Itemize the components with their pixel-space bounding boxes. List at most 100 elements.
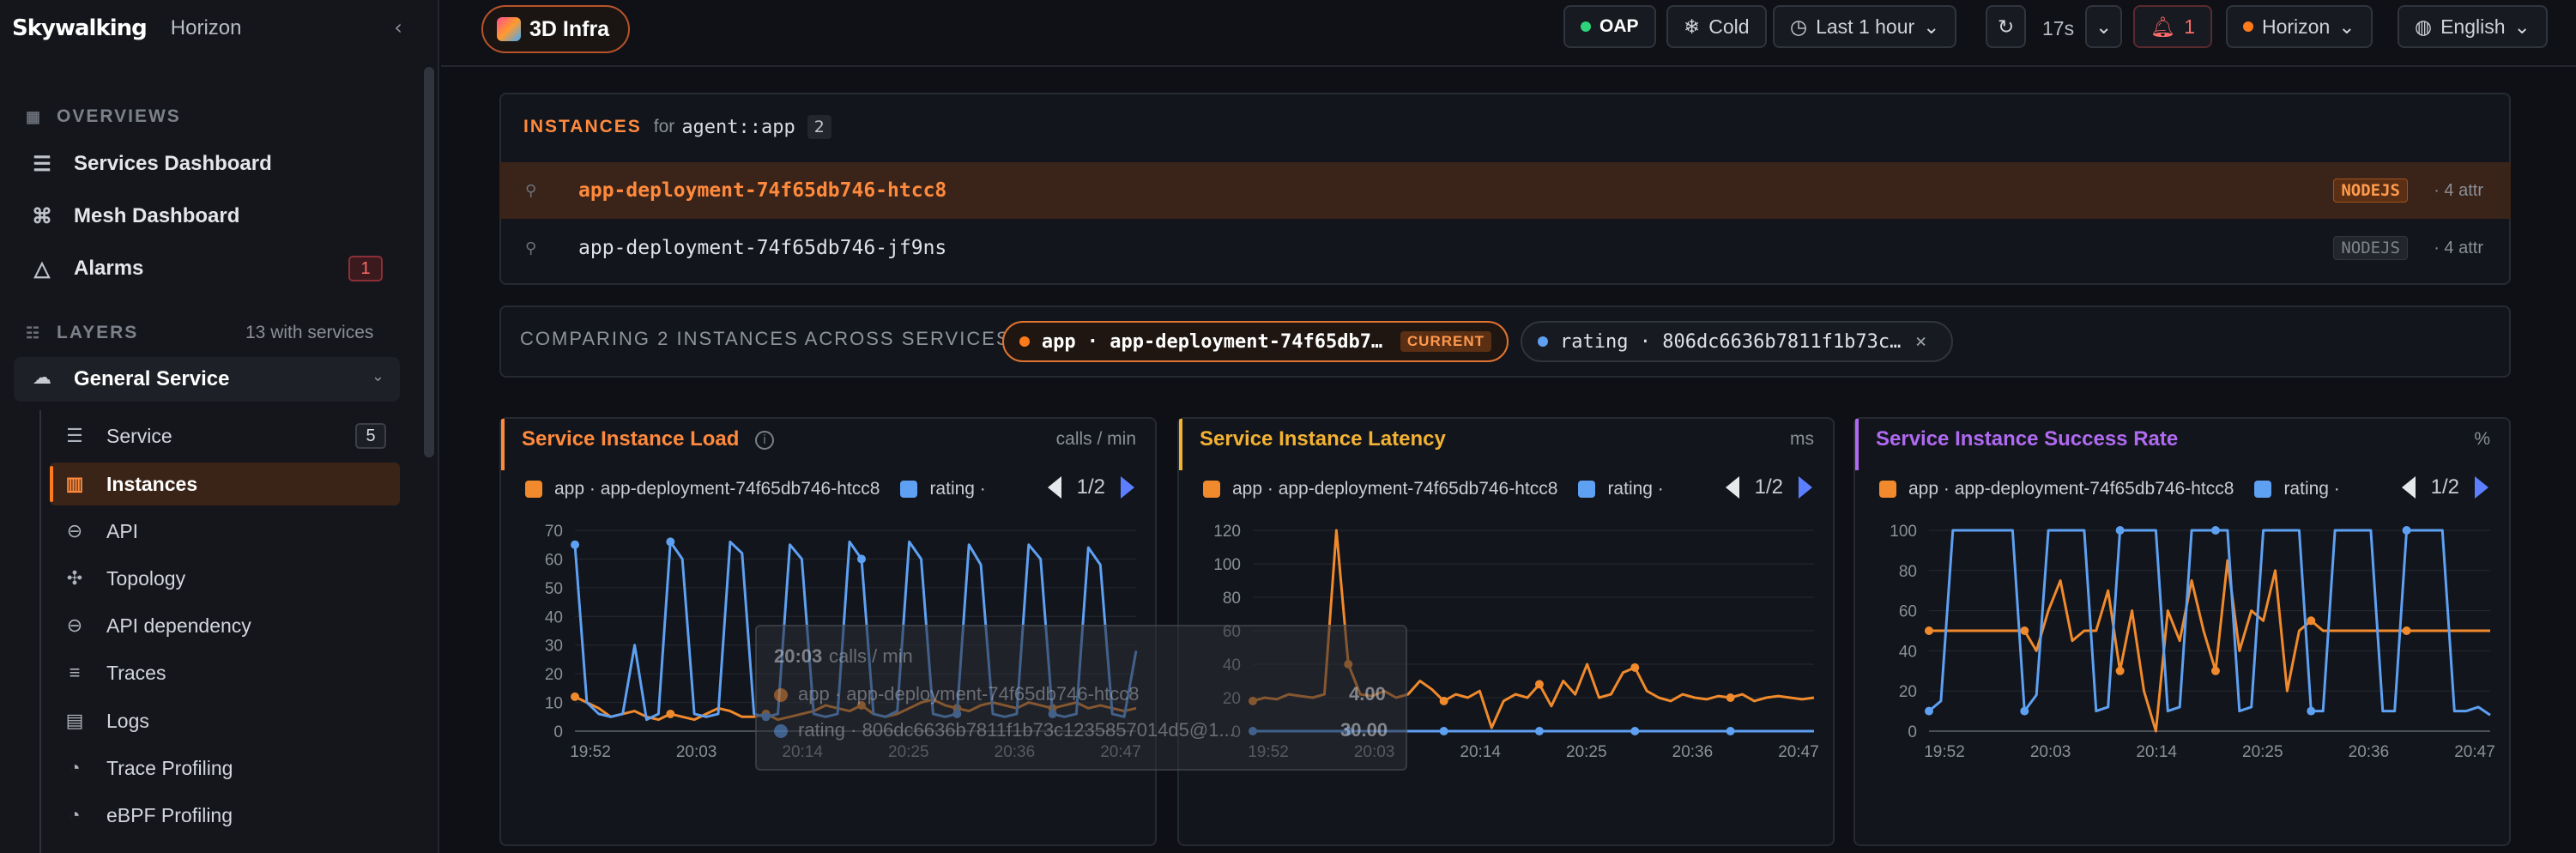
legend-swatch-app	[525, 481, 542, 498]
data-point	[1630, 662, 1640, 672]
remove-compare-icon[interactable]: ×	[1915, 331, 1926, 353]
chevron-down-icon: ⌄	[2338, 15, 2355, 38]
layer-group-label: General Service	[74, 367, 230, 390]
product-name: Horizon	[170, 16, 242, 39]
nav-label: Mesh Dashboard	[74, 204, 240, 227]
data-point	[2020, 626, 2029, 635]
prev-page-icon[interactable]	[1725, 476, 1739, 499]
y-tick-label: 70	[545, 523, 563, 541]
nav-mesh-dashboard[interactable]: ⌘ Mesh Dashboard	[26, 195, 400, 238]
data-point	[2115, 526, 2125, 535]
bell-icon: 🔔︎	[2150, 15, 2176, 38]
card-unit: calls / min	[1055, 429, 1136, 449]
sidebar: Skywalking Horizon ‹ ▦ OVERVIEWS ☰ Servi…	[0, 0, 439, 853]
instances-heading: INSTANCES	[523, 117, 642, 136]
legend-rating-label[interactable]: rating ·	[929, 479, 985, 499]
nav-alarms[interactable]: △ Alarms 1	[26, 247, 400, 290]
server-icon: ☰	[66, 425, 83, 446]
sub-item-api-dependency[interactable]: ⊖ API dependency	[50, 604, 400, 647]
tooltip-app-value: 4.00	[1349, 683, 1386, 705]
nav-services-dashboard[interactable]: ☰ Services Dashboard	[26, 142, 400, 185]
cold-toggle[interactable]: ❄ Cold	[1666, 5, 1767, 48]
sub-item-instances[interactable]: ▥ Instances	[50, 463, 400, 505]
layer-stack-icon	[497, 17, 521, 41]
top-bar: 3D Infra OAP ❄ Cold ◷ Last 1 hour ⌄ ↻ 17…	[441, 0, 2576, 67]
sidebar-scrollbar[interactable]	[424, 67, 434, 457]
nav-label: Alarms	[74, 257, 144, 280]
sub-item-traces[interactable]: ≡ Traces	[50, 651, 400, 694]
next-page-icon[interactable]	[1799, 476, 1812, 499]
theme-select[interactable]: Horizon ⌄	[2226, 5, 2373, 48]
series-dot-icon	[1538, 336, 1548, 347]
theme-dot-icon	[2243, 21, 2253, 32]
compare-label: COMPARING 2 INSTANCES ACROSS SERVICES	[520, 328, 1011, 349]
language-tag: NODEJS	[2333, 236, 2408, 260]
time-range-select[interactable]: ◷ Last 1 hour ⌄	[1773, 5, 1957, 48]
time-range-label: Last 1 hour	[1816, 15, 1915, 38]
refresh-interval-dropdown[interactable]: ⌄	[2085, 5, 2123, 48]
y-tick-label: 30	[545, 638, 563, 656]
next-page-icon[interactable]	[2475, 476, 2488, 499]
series-dot-icon	[1019, 336, 1030, 347]
y-tick-label: 80	[1223, 590, 1241, 608]
legend-pager: 1/2	[1047, 475, 1134, 499]
instance-row[interactable]: ⚲ app-deployment-74f65db746-jf9ns NODEJS…	[499, 220, 2511, 276]
sub-label: API dependency	[106, 614, 251, 637]
legend-rating-label[interactable]: rating ·	[1607, 479, 1663, 499]
collapse-sidebar-icon[interactable]: ‹	[386, 15, 410, 39]
tooltip-rating-label: rating · 806dc6636b7811f1b73c1235857014d…	[798, 719, 1235, 741]
sub-item-service[interactable]: ☰ Service 5	[50, 414, 400, 457]
current-instance-pill[interactable]: app · app-deployment-74f65db7… CURRENT	[1002, 321, 1509, 362]
alerts-count: 1	[2184, 15, 2195, 38]
sub-label: Instances	[106, 472, 198, 495]
tooltip-unit: calls / min	[829, 645, 913, 667]
card-accent-bar	[501, 419, 505, 470]
instance-row-selected[interactable]: ⚲ app-deployment-74f65db746-htcc8 NODEJS…	[499, 162, 2511, 219]
compared-instance-pill[interactable]: rating · 806dc6636b7811f1b73c… ×	[1521, 321, 1953, 362]
sub-item-api[interactable]: ⊖ API	[50, 510, 400, 553]
prev-page-icon[interactable]	[1047, 476, 1061, 499]
data-point	[1925, 626, 1933, 635]
chevron-down-icon: ⌄	[1923, 15, 1940, 38]
success-rate-chart[interactable]: 0 20 40 60 80 100 19:52 20:03 20:14 20:25 20:36 20:…	[1855, 501, 2513, 844]
api-icon: ⊖	[66, 614, 83, 636]
language-select[interactable]: ◍ English ⌄	[2398, 5, 2548, 48]
data-point	[1726, 693, 1735, 702]
data-point	[2210, 526, 2220, 535]
layers-icon: ☷	[26, 324, 42, 342]
x-tick-label: 20:14	[2136, 743, 2177, 761]
page-indicator: 1/2	[1754, 475, 1783, 499]
data-point	[2402, 526, 2411, 535]
legend-app-label[interactable]: app · app-deployment-74f65db746-htcc8	[1908, 479, 2234, 499]
legend-app-label[interactable]: app · app-deployment-74f65db746-htcc8	[1232, 479, 1557, 499]
attr-count: · 4 attr	[2434, 180, 2483, 200]
chart-tooltip: 20:03 calls / min app · app-deployment-7…	[755, 625, 1407, 771]
mesh-icon: ⌘	[32, 204, 52, 228]
refresh-button[interactable]: ↻	[1986, 5, 2027, 48]
clock-icon: ◷	[1790, 15, 1808, 38]
layer-selector[interactable]: 3D Infra	[481, 5, 631, 53]
y-tick-label: 20	[545, 666, 563, 684]
cold-label: Cold	[1708, 15, 1750, 38]
info-icon[interactable]: i	[755, 431, 774, 450]
next-page-icon[interactable]	[1121, 476, 1134, 499]
language-label: English	[2440, 15, 2506, 38]
alerts-button[interactable]: 🔔︎ 1	[2133, 5, 2212, 48]
x-tick-label: 20:47	[2454, 743, 2495, 761]
instance-count-badge: 2	[807, 115, 831, 139]
sub-item-ebpf-profiling[interactable]: ◔ eBPF Profiling	[50, 794, 400, 837]
legend-rating-label[interactable]: rating ·	[2283, 479, 2339, 499]
oap-status[interactable]: OAP	[1563, 5, 1656, 48]
data-point	[571, 540, 579, 549]
prev-page-icon[interactable]	[2401, 476, 2416, 499]
tooltip-app-dot-icon	[774, 688, 788, 702]
snowflake-icon: ❄	[1684, 15, 1701, 38]
sub-item-trace-profiling[interactable]: ◔ Trace Profiling	[50, 747, 400, 789]
sub-label: eBPF Profiling	[106, 803, 233, 826]
server-icon: ☰	[33, 152, 51, 176]
sub-item-topology[interactable]: ✣ Topology	[50, 557, 400, 600]
sub-item-logs[interactable]: ▤ Logs	[50, 699, 400, 742]
legend-app-label[interactable]: app · app-deployment-74f65db746-htcc8	[554, 479, 880, 499]
data-point	[856, 554, 866, 564]
legend-swatch-app	[1879, 481, 1896, 498]
